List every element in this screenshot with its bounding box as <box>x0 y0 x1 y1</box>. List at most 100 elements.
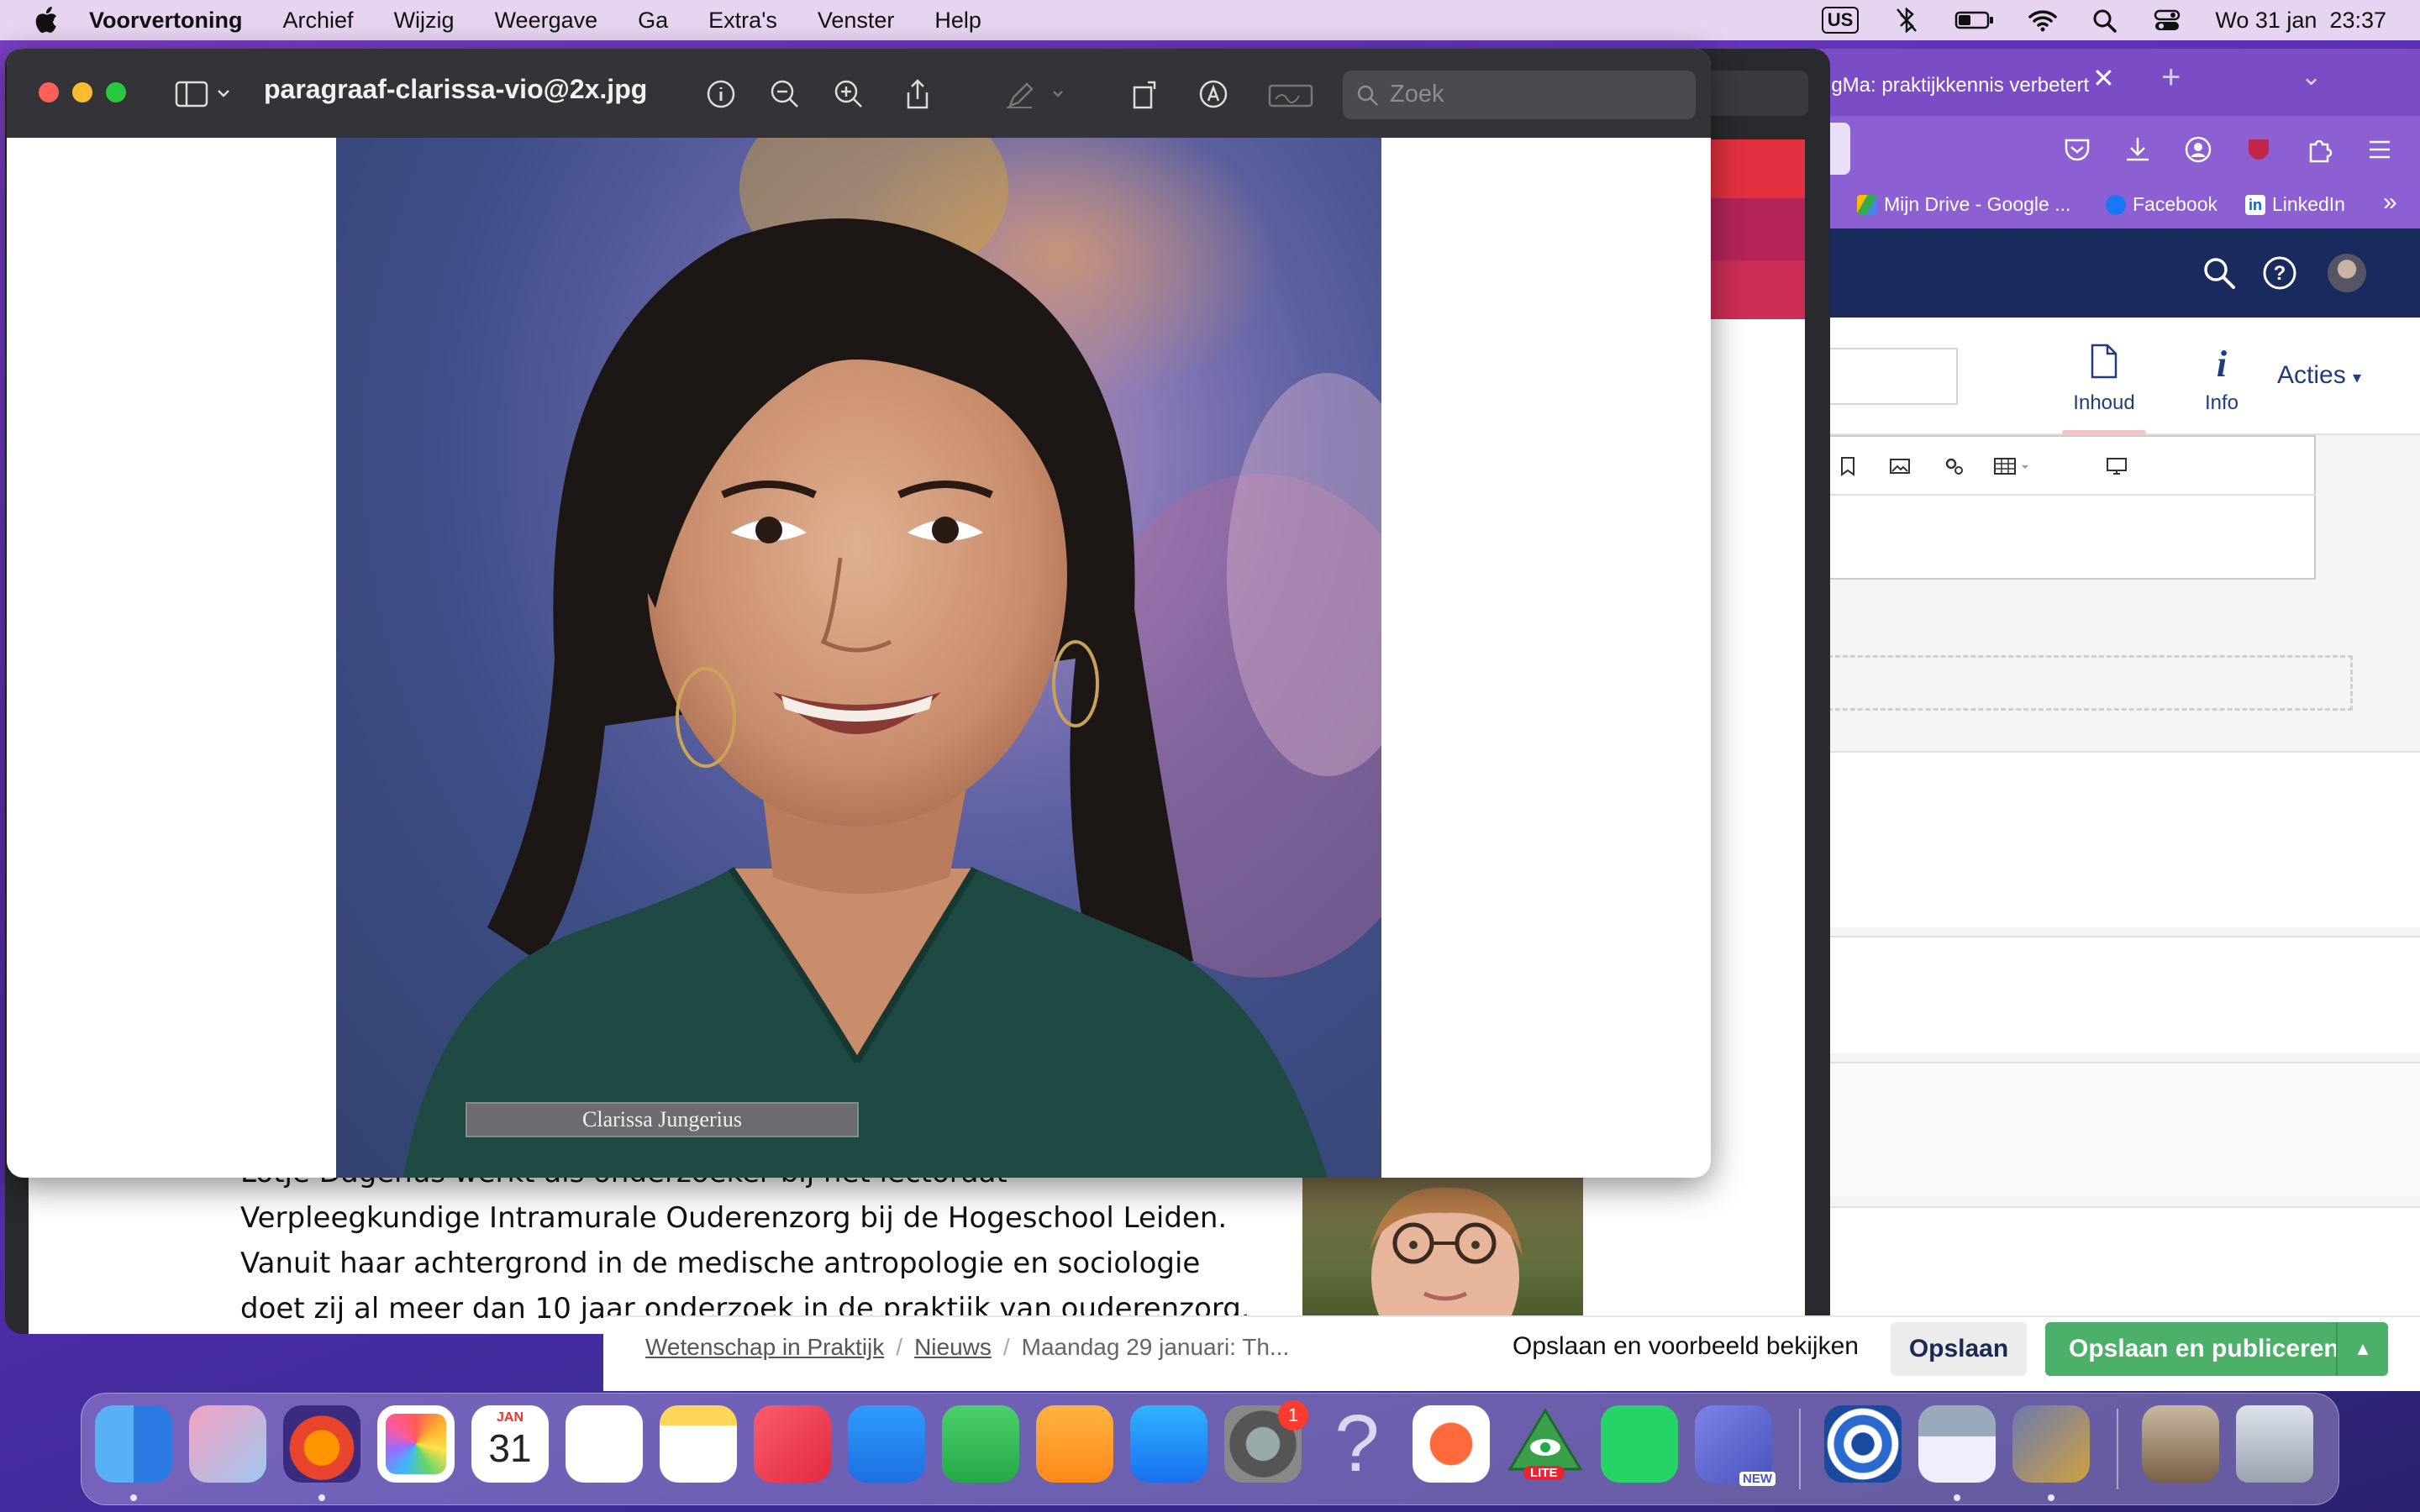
app-store-icon[interactable] <box>1130 1405 1207 1483</box>
launchpad-icon[interactable] <box>189 1405 266 1483</box>
bluetooth-off-icon[interactable] <box>1892 8 1921 33</box>
zoom-in-icon[interactable] <box>832 77 865 111</box>
sync-app-icon[interactable] <box>1824 1405 1902 1483</box>
pocket-icon[interactable] <box>2062 134 2092 165</box>
download-icon[interactable] <box>2123 134 2153 165</box>
numbers-icon[interactable] <box>942 1405 1019 1483</box>
tab-close-icon[interactable]: ✕ <box>2092 62 2115 94</box>
breadcrumb-wetenschap[interactable]: Wetenschap in Praktijk <box>645 1334 884 1360</box>
portrait-photo: Clarissa Jungerius <box>336 138 1381 1178</box>
help-icon[interactable]: ? <box>2260 254 2299 292</box>
save-and-preview-button[interactable]: Opslaan en voorbeeld bekijken <box>1512 1332 1859 1361</box>
signature-icon[interactable] <box>1267 77 1314 111</box>
notes-icon[interactable] <box>660 1405 737 1483</box>
breadcrumb-nieuws[interactable]: Nieuws <box>914 1334 992 1360</box>
bookmarks-overflow-icon[interactable]: » <box>2383 188 2397 217</box>
rotate-icon[interactable] <box>1129 77 1163 111</box>
info-icon[interactable] <box>704 77 738 111</box>
photos-icon[interactable] <box>377 1405 455 1483</box>
browser-window: igMa: praktijkkennis verbetert ✕ + ⌄ Mij… <box>1790 49 2420 1391</box>
publish-label: Opslaan en publiceren <box>2069 1335 2339 1362</box>
editor-area <box>1790 435 2420 1391</box>
teams-new-badge: NEW <box>1739 1472 1776 1486</box>
content-panel <box>1790 751 2420 927</box>
preview-app-icon[interactable] <box>1918 1405 1996 1483</box>
menu-venster[interactable]: Venster <box>818 8 895 34</box>
close-window-button[interactable] <box>39 82 59 102</box>
insert-table-icon[interactable] <box>1993 455 2033 477</box>
music-icon[interactable] <box>754 1405 831 1483</box>
extensions-puzzle-icon[interactable] <box>2304 134 2334 165</box>
app-menu-icon[interactable] <box>2365 134 2395 165</box>
battery-icon[interactable] <box>1954 8 1995 33</box>
menubar-clock[interactable]: Wo 31 jan 23:37 <box>2215 8 2386 34</box>
tab-inhoud[interactable]: Inhoud <box>2045 318 2163 435</box>
highlight-pen-icon[interactable] <box>1003 77 1071 111</box>
teams-icon[interactable]: NEW <box>1695 1405 1776 1486</box>
preview-window: paragraaf-clarissa-vio@2x.jpg Zoek Clari… <box>7 49 1711 1178</box>
markup-icon[interactable] <box>1197 77 1230 111</box>
zoom-out-icon[interactable] <box>768 77 802 111</box>
preview-search-field[interactable]: Zoek <box>1343 71 1696 119</box>
input-source-indicator[interactable]: US <box>1821 7 1860 34</box>
reminders-icon[interactable] <box>566 1405 643 1483</box>
finder-icon[interactable] <box>95 1405 172 1483</box>
macro-settings-icon[interactable] <box>1943 455 1965 477</box>
bookmark-linkedin[interactable]: in LinkedIn <box>2245 193 2345 216</box>
save-button[interactable]: Opslaan <box>1891 1322 2027 1376</box>
calendar-day: 31 <box>488 1426 532 1470</box>
insert-image-icon[interactable] <box>1889 455 1911 477</box>
user-avatar[interactable] <box>2328 254 2366 292</box>
menu-ga[interactable]: Ga <box>638 8 668 34</box>
embed-media-icon[interactable] <box>2106 455 2128 477</box>
facebook-icon <box>2106 194 2126 215</box>
cms-footer-bar: Wetenschap in Praktijk / Nieuws / Maandag 29… <box>603 1315 2420 1391</box>
menu-help[interactable]: Help <box>934 8 981 34</box>
bookmark-google-drive[interactable]: Mijn Drive - Google ... <box>1857 193 2070 216</box>
trash-icon[interactable] <box>2236 1405 2313 1483</box>
share-icon[interactable] <box>901 77 934 111</box>
browser-tab-active[interactable]: igMa: praktijkkennis verbetert <box>1827 64 2196 108</box>
unknown-app-question-icon[interactable]: ? <box>1318 1404 1396 1484</box>
menu-extras[interactable]: Extra's <box>708 8 777 34</box>
cms-header: ? <box>1790 228 2420 318</box>
whatsapp-icon[interactable] <box>1601 1405 1678 1483</box>
utility-app-icon[interactable] <box>2012 1405 2090 1483</box>
tab-info[interactable]: i Info <box>2163 318 2281 435</box>
bookmark-anchor-icon[interactable] <box>1837 455 1859 477</box>
extension-badge-icon[interactable] <box>2244 134 2274 165</box>
zoom-window-button[interactable] <box>106 82 126 102</box>
firefox-icon[interactable] <box>283 1405 360 1483</box>
linkedin-icon: in <box>2245 194 2265 215</box>
browser-toolbar <box>1790 116 2420 181</box>
spotlight-search-icon[interactable] <box>2091 8 2119 33</box>
menu-archief[interactable]: Archief <box>283 8 354 34</box>
cms-search-icon[interactable] <box>2200 254 2238 292</box>
downloads-stack-icon[interactable] <box>2142 1405 2219 1483</box>
apple-icon[interactable] <box>32 5 59 35</box>
browser-tab-bar: igMa: praktijkkennis verbetert ✕ + ⌄ <box>1790 49 2420 116</box>
account-icon[interactable] <box>2183 134 2213 165</box>
drop-zone[interactable] <box>1790 655 2353 711</box>
actions-dropdown[interactable]: Acties ▾ <box>2277 361 2361 390</box>
paragraph-line: Lotje Dagenus werkt als onderzoeker bij … <box>240 1176 1007 1189</box>
publish-options-caret-icon[interactable]: ▲ <box>2336 1322 2388 1376</box>
new-tab-icon[interactable]: + <box>2161 59 2181 97</box>
tab-list-chevron-icon[interactable]: ⌄ <box>2301 62 2322 92</box>
rich-text-editor[interactable] <box>1790 435 2316 580</box>
calendar-icon[interactable]: JAN 31 <box>471 1405 549 1483</box>
preview-titlebar: paragraaf-clarissa-vio@2x.jpg Zoek <box>7 49 1711 138</box>
sidebar-toggle-icon[interactable] <box>175 77 234 111</box>
control-center-icon[interactable] <box>2153 8 2181 33</box>
focus-timer-icon[interactable] <box>1413 1405 1490 1483</box>
wifi-icon[interactable] <box>2028 8 2058 33</box>
menu-weergave[interactable]: Weergave <box>495 8 598 34</box>
save-and-publish-button[interactable]: Opslaan en publiceren ▲ <box>2045 1322 2388 1376</box>
minimize-window-button[interactable] <box>72 82 92 102</box>
keynote-icon[interactable] <box>848 1405 925 1483</box>
pages-icon[interactable] <box>1036 1405 1113 1483</box>
menu-wijzig[interactable]: Wijzig <box>394 8 455 34</box>
lite-app-icon[interactable]: LITE <box>1507 1405 1584 1483</box>
menu-app-name[interactable]: Voorvertoning <box>89 8 243 34</box>
bookmark-facebook[interactable]: Facebook <box>2106 193 2217 216</box>
